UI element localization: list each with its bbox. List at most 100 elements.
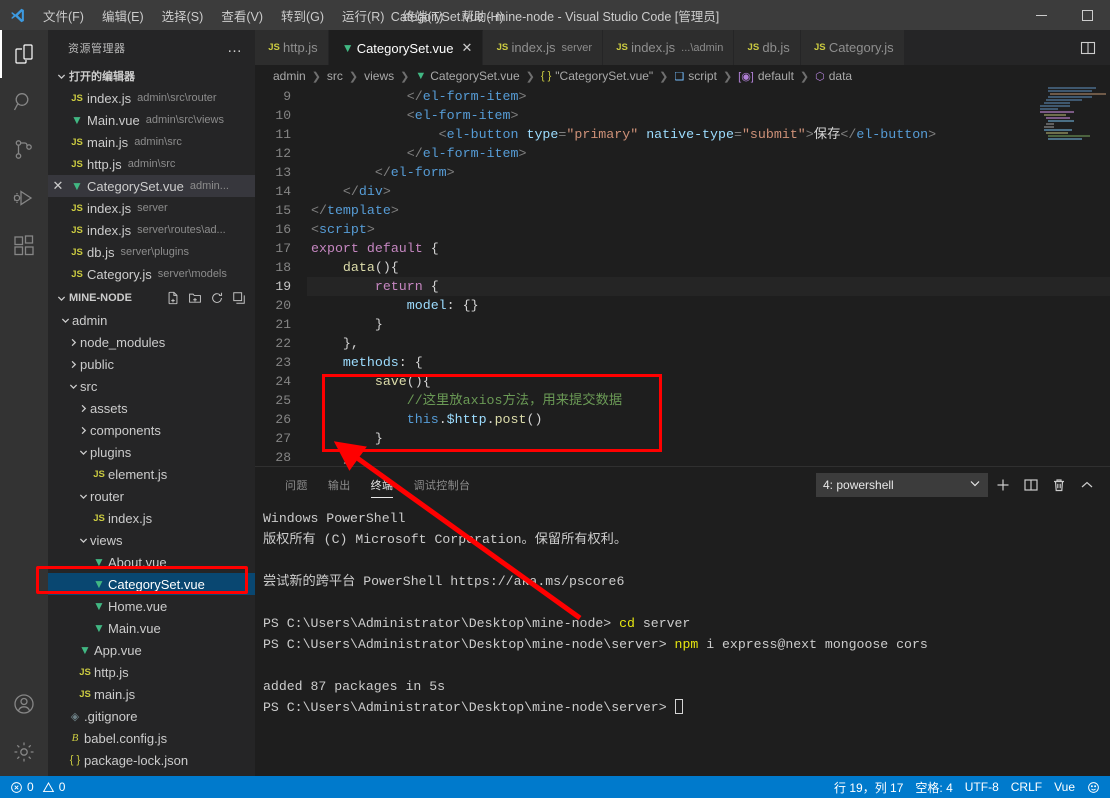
tab-db-js[interactable]: JS db.js xyxy=(734,30,801,65)
js-file-icon: JS xyxy=(496,42,509,53)
breadcrumb-item-script[interactable]: ❑ script xyxy=(674,69,717,83)
menu-file[interactable]: 文件(F) xyxy=(34,0,93,30)
explorer-icon[interactable] xyxy=(0,30,48,78)
settings-gear-icon[interactable] xyxy=(0,728,48,776)
panel-tab-output[interactable]: 输出 xyxy=(318,467,361,502)
breadcrumb-label: "CategorySet.vue" xyxy=(555,69,654,83)
tree-item-src[interactable]: src xyxy=(48,375,255,397)
breadcrumb-item-file[interactable]: ▼ CategorySet.vue xyxy=(415,69,519,83)
collapse-all-icon[interactable] xyxy=(229,288,249,308)
editor-scrollbar[interactable] xyxy=(1096,87,1110,466)
panel-tab-terminal[interactable]: 终端 xyxy=(361,467,404,502)
tree-item-router[interactable]: router xyxy=(48,485,255,507)
search-icon[interactable] xyxy=(0,78,48,126)
menu-help[interactable]: 帮助(H) xyxy=(452,0,512,30)
tree-item-assets[interactable]: assets xyxy=(48,397,255,419)
line-number: 10 xyxy=(275,108,291,123)
breadcrumb-item-symbol-file[interactable]: { } "CategorySet.vue" xyxy=(541,69,653,83)
open-editor-row[interactable]: ▼ Main.vue admin\src\views xyxy=(48,109,255,131)
menu-terminal[interactable]: 终端(T) xyxy=(393,0,452,30)
menu-run[interactable]: 运行(R) xyxy=(333,0,393,30)
tab-close-icon[interactable]: ✕ xyxy=(462,40,473,56)
breadcrumb-item-admin[interactable]: admin xyxy=(273,69,306,83)
extensions-icon[interactable] xyxy=(0,222,48,270)
status-language-mode[interactable]: Vue xyxy=(1048,780,1081,794)
panel-tab-debug-console[interactable]: 调试控制台 xyxy=(403,467,480,502)
tab-http-js[interactable]: JS http.js xyxy=(255,30,329,65)
terminal-selector-dropdown[interactable]: 4: powershell xyxy=(816,472,988,497)
kill-terminal-icon[interactable] xyxy=(1046,472,1072,498)
js-file-icon: JS xyxy=(747,42,760,53)
tab-index-js-admin[interactable]: JS index.js ...\admin xyxy=(603,30,735,65)
tree-item-about-vue[interactable]: ▼ About.vue xyxy=(48,551,255,573)
tree-item-admin[interactable]: admin xyxy=(48,309,255,331)
terminal-output[interactable]: Windows PowerShell 版权所有 (C) Microsoft Co… xyxy=(255,502,1110,776)
close-editor-icon[interactable]: ✕ xyxy=(48,178,68,194)
tree-item-element-js[interactable]: JS element.js xyxy=(48,463,255,485)
collapse-panel-icon[interactable] xyxy=(1074,472,1100,498)
panel-tab-problems[interactable]: 问题 xyxy=(275,467,318,502)
tree-item-home-vue[interactable]: ▼ Home.vue xyxy=(48,595,255,617)
new-folder-icon[interactable] xyxy=(185,288,205,308)
account-icon[interactable] xyxy=(0,680,48,728)
breadcrumb-item-src[interactable]: src xyxy=(327,69,343,83)
open-editor-row[interactable]: JS index.js server xyxy=(48,197,255,219)
tree-item-node_modules[interactable]: node_modules xyxy=(48,331,255,353)
breadcrumb-item-default[interactable]: [◉] default xyxy=(738,69,794,83)
menu-view[interactable]: 查看(V) xyxy=(212,0,272,30)
open-editors-header[interactable]: 打开的编辑器 xyxy=(48,65,255,87)
tab-category-js[interactable]: JS Category.js xyxy=(800,30,905,65)
breadcrumb-item-data[interactable]: ⬡ data xyxy=(815,69,852,83)
line-number: 22 xyxy=(275,336,291,351)
feedback-smiley-icon[interactable] xyxy=(1081,781,1106,794)
minimize-button[interactable] xyxy=(1018,0,1064,30)
chevron-right-icon xyxy=(76,404,90,413)
maximize-button[interactable] xyxy=(1064,0,1110,30)
tree-item-app-vue[interactable]: ▼ App.vue xyxy=(48,639,255,661)
code-content[interactable]: </el-form-item> <el-form-item> <el-butto… xyxy=(307,87,1110,466)
menu-goto[interactable]: 转到(G) xyxy=(272,0,333,30)
tree-item-gitignore[interactable]: ◈ .gitignore xyxy=(48,705,255,727)
explorer-more-actions-icon[interactable]: … xyxy=(227,39,249,56)
open-editor-row[interactable]: JS db.js server\plugins xyxy=(48,241,255,263)
new-terminal-icon[interactable] xyxy=(990,472,1016,498)
tree-item-main-js[interactable]: JS main.js xyxy=(48,683,255,705)
open-editor-row[interactable]: JS index.js admin\src\router xyxy=(48,87,255,109)
tree-item-public[interactable]: public xyxy=(48,353,255,375)
tab-categoryset-vue[interactable]: ▼ CategorySet.vue ✕ xyxy=(328,30,484,65)
project-folder-header[interactable]: MINE-NODE xyxy=(48,287,255,309)
tree-item-plugins[interactable]: plugins xyxy=(48,441,255,463)
open-editor-row[interactable]: JS main.js admin\src xyxy=(48,131,255,153)
tree-item-babel-config[interactable]: B babel.config.js xyxy=(48,727,255,749)
tree-item-router-index-js[interactable]: JS index.js xyxy=(48,507,255,529)
code-line: methods: { xyxy=(342,355,423,370)
tab-index-js-server[interactable]: JS index.js server xyxy=(483,30,604,65)
open-editor-row[interactable]: JS Category.js server\models xyxy=(48,263,255,285)
breadcrumb-item-views[interactable]: views xyxy=(364,69,394,83)
tree-item-main-vue[interactable]: ▼ Main.vue xyxy=(48,617,255,639)
open-editor-row[interactable]: JS index.js server\routes\ad... xyxy=(48,219,255,241)
tree-item-components[interactable]: components xyxy=(48,419,255,441)
refresh-icon[interactable] xyxy=(207,288,227,308)
code-line: <el-form-item> xyxy=(311,108,519,123)
tree-item-views[interactable]: views xyxy=(48,529,255,551)
status-eol[interactable]: CRLF xyxy=(1005,780,1048,794)
open-editor-row[interactable]: JS http.js admin\src xyxy=(48,153,255,175)
code-editor[interactable]: 9 10 11 12 13 14 15 16 17 18 19 20 21 22… xyxy=(255,87,1110,466)
run-debug-icon[interactable] xyxy=(0,174,48,222)
split-editor-icon[interactable] xyxy=(1074,30,1102,65)
tree-item-http-js[interactable]: JS http.js xyxy=(48,661,255,683)
source-control-icon[interactable] xyxy=(0,126,48,174)
tree-item-package-lock-json[interactable]: { } package-lock.json xyxy=(48,749,255,771)
new-file-icon[interactable] xyxy=(163,288,183,308)
status-cursor-position[interactable]: 行 19，列 17 xyxy=(828,779,909,796)
menu-edit[interactable]: 编辑(E) xyxy=(93,0,153,30)
status-indentation[interactable]: 空格: 4 xyxy=(909,779,958,796)
status-encoding[interactable]: UTF-8 xyxy=(959,780,1005,794)
tree-item-categoryset-vue[interactable]: ▼ CategorySet.vue xyxy=(48,573,255,595)
status-problems[interactable]: 0 0 xyxy=(4,776,71,798)
split-terminal-icon[interactable] xyxy=(1018,472,1044,498)
menu-selection[interactable]: 选择(S) xyxy=(153,0,213,30)
open-editor-row-active[interactable]: ✕ ▼ CategorySet.vue admin... xyxy=(48,175,255,197)
